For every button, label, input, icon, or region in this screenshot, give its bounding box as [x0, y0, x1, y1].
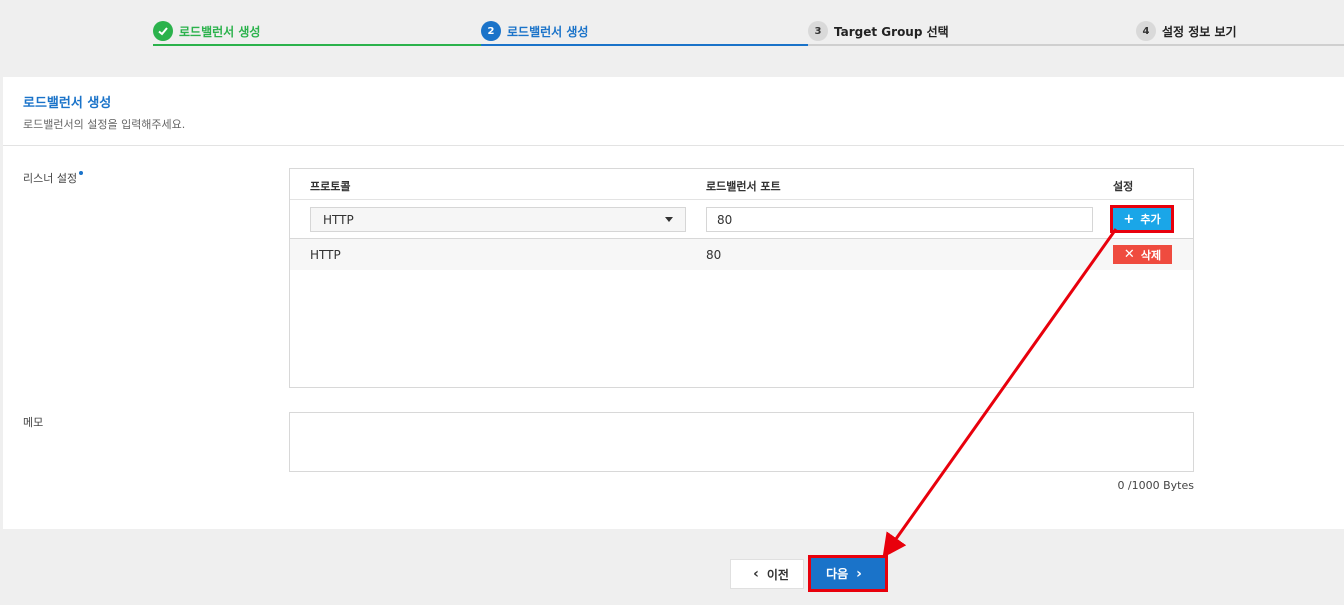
protocol-select-value: HTTP — [323, 213, 354, 227]
col-settings: 설정 — [1113, 180, 1134, 193]
listener-label-text: 리스너 설정 — [23, 172, 78, 185]
table-row: HTTP 80 ✕ 삭제 — [290, 239, 1193, 270]
page-description: 로드밸런서의 설정을 입력해주세요. — [23, 118, 186, 131]
chevron-right-icon: › — [856, 565, 862, 582]
main-panel: 로드밸런서 생성 로드밸런서의 설정을 입력해주세요. 리스너 설정 프로토콜 … — [3, 77, 1344, 529]
delete-button-label: 삭제 — [1140, 248, 1162, 262]
col-port: 로드밸런서 포트 — [706, 180, 781, 193]
step-1: 로드밸런서 생성 — [153, 16, 260, 46]
step-3-number: 3 — [808, 21, 828, 41]
delete-listener-button[interactable]: ✕ 삭제 — [1113, 245, 1172, 264]
add-button-label: 추가 — [1140, 213, 1161, 226]
stepper: 로드밸런서 생성 2 로드밸런서 생성 3 Target Group 선택 4 … — [0, 0, 1344, 60]
port-input-value: 80 — [717, 213, 733, 227]
byte-counter: 0 /1000 Bytes — [1117, 479, 1194, 492]
next-button[interactable]: 다음 › — [808, 555, 888, 592]
close-icon: ✕ — [1123, 247, 1135, 262]
plus-icon: + — [1123, 211, 1135, 227]
check-icon — [153, 21, 173, 41]
step-4: 4 설정 정보 보기 — [1136, 16, 1237, 46]
add-listener-button[interactable]: + 추가 — [1110, 205, 1174, 233]
col-protocol: 프로토콜 — [310, 180, 351, 193]
row-protocol: HTTP — [310, 248, 341, 262]
listener-input-row: HTTP 80 + 추가 — [290, 200, 1193, 239]
listener-table: 프로토콜 로드밸런서 포트 설정 HTTP 80 + 추가 HTTP 80 ✕ … — [289, 168, 1194, 388]
caret-down-icon — [665, 217, 673, 222]
prev-button-label: 이전 — [766, 567, 789, 582]
step-2-number: 2 — [481, 21, 501, 41]
memo-label: 메모 — [23, 416, 44, 429]
step-1-progress — [153, 44, 481, 46]
prev-button[interactable]: ‹ 이전 — [730, 559, 804, 589]
step-3: 3 Target Group 선택 — [808, 16, 949, 46]
listener-table-header: 프로토콜 로드밸런서 포트 설정 — [290, 169, 1193, 200]
step-2-label: 로드밸런서 생성 — [507, 24, 589, 39]
page-title: 로드밸런서 생성 — [23, 96, 112, 111]
step-4-label: 설정 정보 보기 — [1162, 24, 1237, 39]
panel-header: 로드밸런서 생성 로드밸런서의 설정을 입력해주세요. — [3, 77, 1344, 146]
step-2-progress — [481, 44, 808, 46]
step-4-number: 4 — [1136, 21, 1156, 41]
step-2: 2 로드밸런서 생성 — [481, 16, 588, 46]
row-port: 80 — [706, 248, 722, 262]
required-dot-icon — [79, 171, 84, 175]
port-input[interactable]: 80 — [706, 207, 1093, 232]
step-1-label: 로드밸런서 생성 — [179, 24, 261, 39]
listener-label: 리스너 설정 — [23, 170, 84, 186]
memo-textarea[interactable] — [289, 412, 1194, 472]
step-3-label: Target Group 선택 — [834, 24, 949, 39]
protocol-select[interactable]: HTTP — [310, 207, 686, 232]
next-button-label: 다음 — [826, 567, 849, 581]
step-remaining-progress — [808, 44, 1344, 46]
chevron-left-icon: ‹ — [753, 566, 759, 582]
